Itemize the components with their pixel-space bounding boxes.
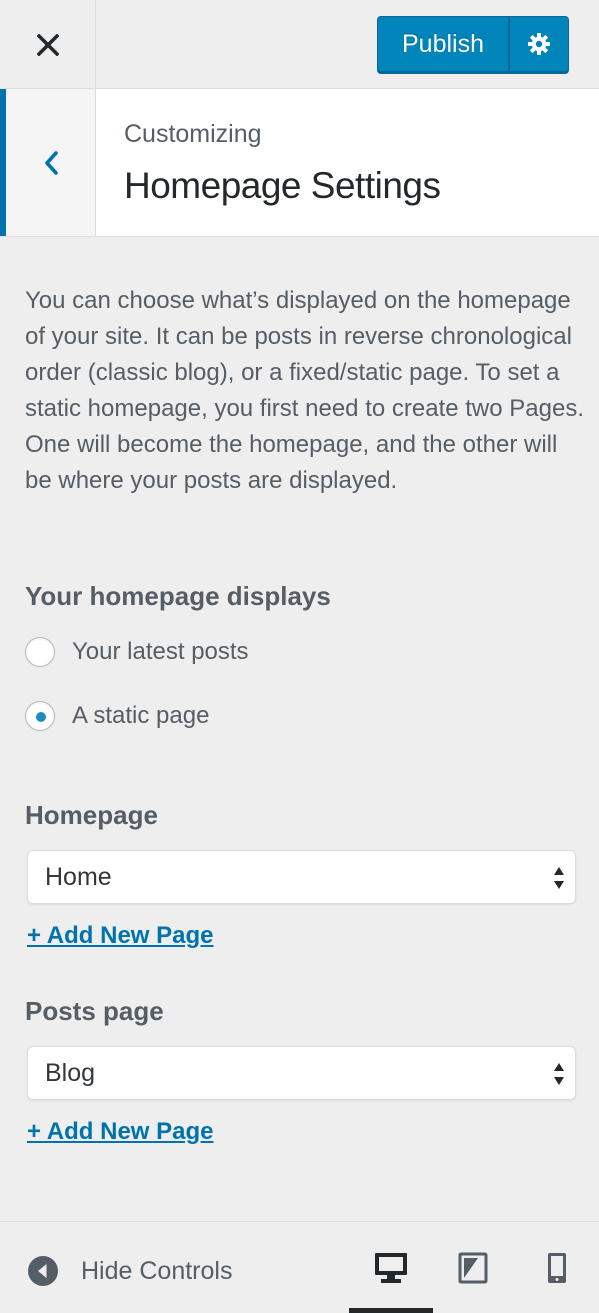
- customizer-header: Publish: [0, 0, 599, 89]
- hide-controls-button[interactable]: Hide Controls: [27, 1255, 232, 1287]
- add-new-page-link-homepage[interactable]: + Add New Page: [27, 922, 214, 950]
- customizer-footer: Hide Controls: [0, 1221, 599, 1313]
- close-icon: [36, 33, 59, 56]
- desktop-icon: [375, 1252, 407, 1283]
- preview-mobile-button[interactable]: [527, 1222, 587, 1313]
- section-description: You can choose what’s displayed on the h…: [25, 287, 584, 494]
- publish-button[interactable]: Publish: [378, 17, 508, 71]
- page-title: Homepage Settings: [124, 165, 441, 206]
- chevron-left-icon: [44, 150, 58, 175]
- posts-page-select-value: Blog: [45, 1058, 96, 1087]
- collapse-arrow-icon: [28, 1256, 58, 1286]
- homepage-displays-heading: Your homepage displays: [25, 581, 331, 611]
- radio-button[interactable]: [25, 637, 55, 667]
- posts-page-label: Posts page: [25, 996, 164, 1026]
- radio-button-checked[interactable]: [25, 701, 55, 731]
- breadcrumb: Customizing: [124, 120, 262, 148]
- homepage-label: Homepage: [25, 800, 158, 830]
- homepage-select[interactable]: Home: [27, 850, 576, 904]
- publish-button-group: Publish: [377, 16, 569, 72]
- radio-static-page[interactable]: A static page: [25, 700, 209, 732]
- select-arrows-icon: [554, 867, 564, 889]
- section-header: Customizing Homepage Settings: [0, 89, 599, 237]
- preview-tablet-button[interactable]: [443, 1222, 503, 1313]
- gear-icon: [528, 33, 550, 55]
- back-button[interactable]: [0, 89, 96, 236]
- homepage-select-value: Home: [45, 862, 112, 891]
- mobile-icon: [548, 1252, 566, 1283]
- add-new-page-link-posts[interactable]: + Add New Page: [27, 1118, 214, 1146]
- radio-label: A static page: [72, 702, 210, 729]
- preview-desktop-button[interactable]: [349, 1222, 433, 1313]
- hide-controls-label: Hide Controls: [81, 1256, 233, 1285]
- publish-settings-button[interactable]: [508, 17, 568, 71]
- posts-page-select[interactable]: Blog: [27, 1046, 576, 1100]
- close-button[interactable]: [0, 0, 96, 89]
- tablet-icon: [458, 1252, 488, 1283]
- radio-label: Your latest posts: [72, 638, 249, 665]
- select-arrows-icon: [554, 1063, 564, 1085]
- radio-latest-posts[interactable]: Your latest posts: [25, 636, 249, 668]
